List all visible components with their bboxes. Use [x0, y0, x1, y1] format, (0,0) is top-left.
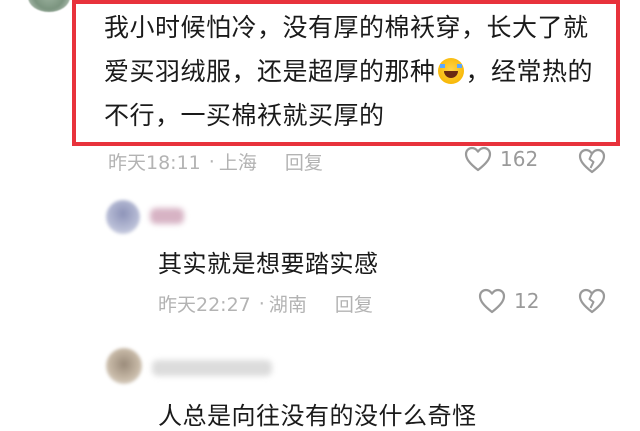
- broken-heart-icon: [578, 288, 606, 314]
- username-blurred: [150, 208, 184, 224]
- comment-time: 昨天18:11: [108, 152, 201, 174]
- dislike-button[interactable]: [578, 148, 606, 178]
- like-count: 12: [514, 289, 540, 313]
- like-button[interactable]: 162: [464, 146, 538, 172]
- reply-button[interactable]: 回复: [285, 148, 323, 175]
- avatar[interactable]: [106, 348, 142, 384]
- username-blurred: [152, 360, 272, 376]
- like-count: 162: [500, 147, 539, 171]
- comment-text: 我小时候怕冷，没有厚的棉袄穿，长大了就爱买羽绒服，还是超厚的那种 ，经常热的不行，…: [104, 13, 594, 130]
- avatar[interactable]: [28, 0, 70, 12]
- laughing-emoji-icon: [437, 58, 464, 84]
- like-button[interactable]: 12: [478, 288, 539, 314]
- comment-location: 上海: [218, 152, 257, 174]
- heart-icon: [464, 146, 492, 172]
- comment-text: 其实就是想要踏实感: [158, 250, 379, 278]
- heart-icon: [478, 288, 506, 314]
- comment-location: 湖南: [268, 294, 307, 316]
- dislike-button[interactable]: [578, 288, 606, 318]
- avatar[interactable]: [106, 200, 140, 234]
- comment-meta: 昨天18:11 · 上海 回复: [108, 148, 323, 175]
- comment-meta: 昨天22:27 · 湖南 回复: [158, 290, 373, 317]
- comment-time: 昨天22:27: [158, 294, 251, 316]
- reply-button[interactable]: 回复: [335, 290, 373, 317]
- broken-heart-icon: [578, 148, 606, 174]
